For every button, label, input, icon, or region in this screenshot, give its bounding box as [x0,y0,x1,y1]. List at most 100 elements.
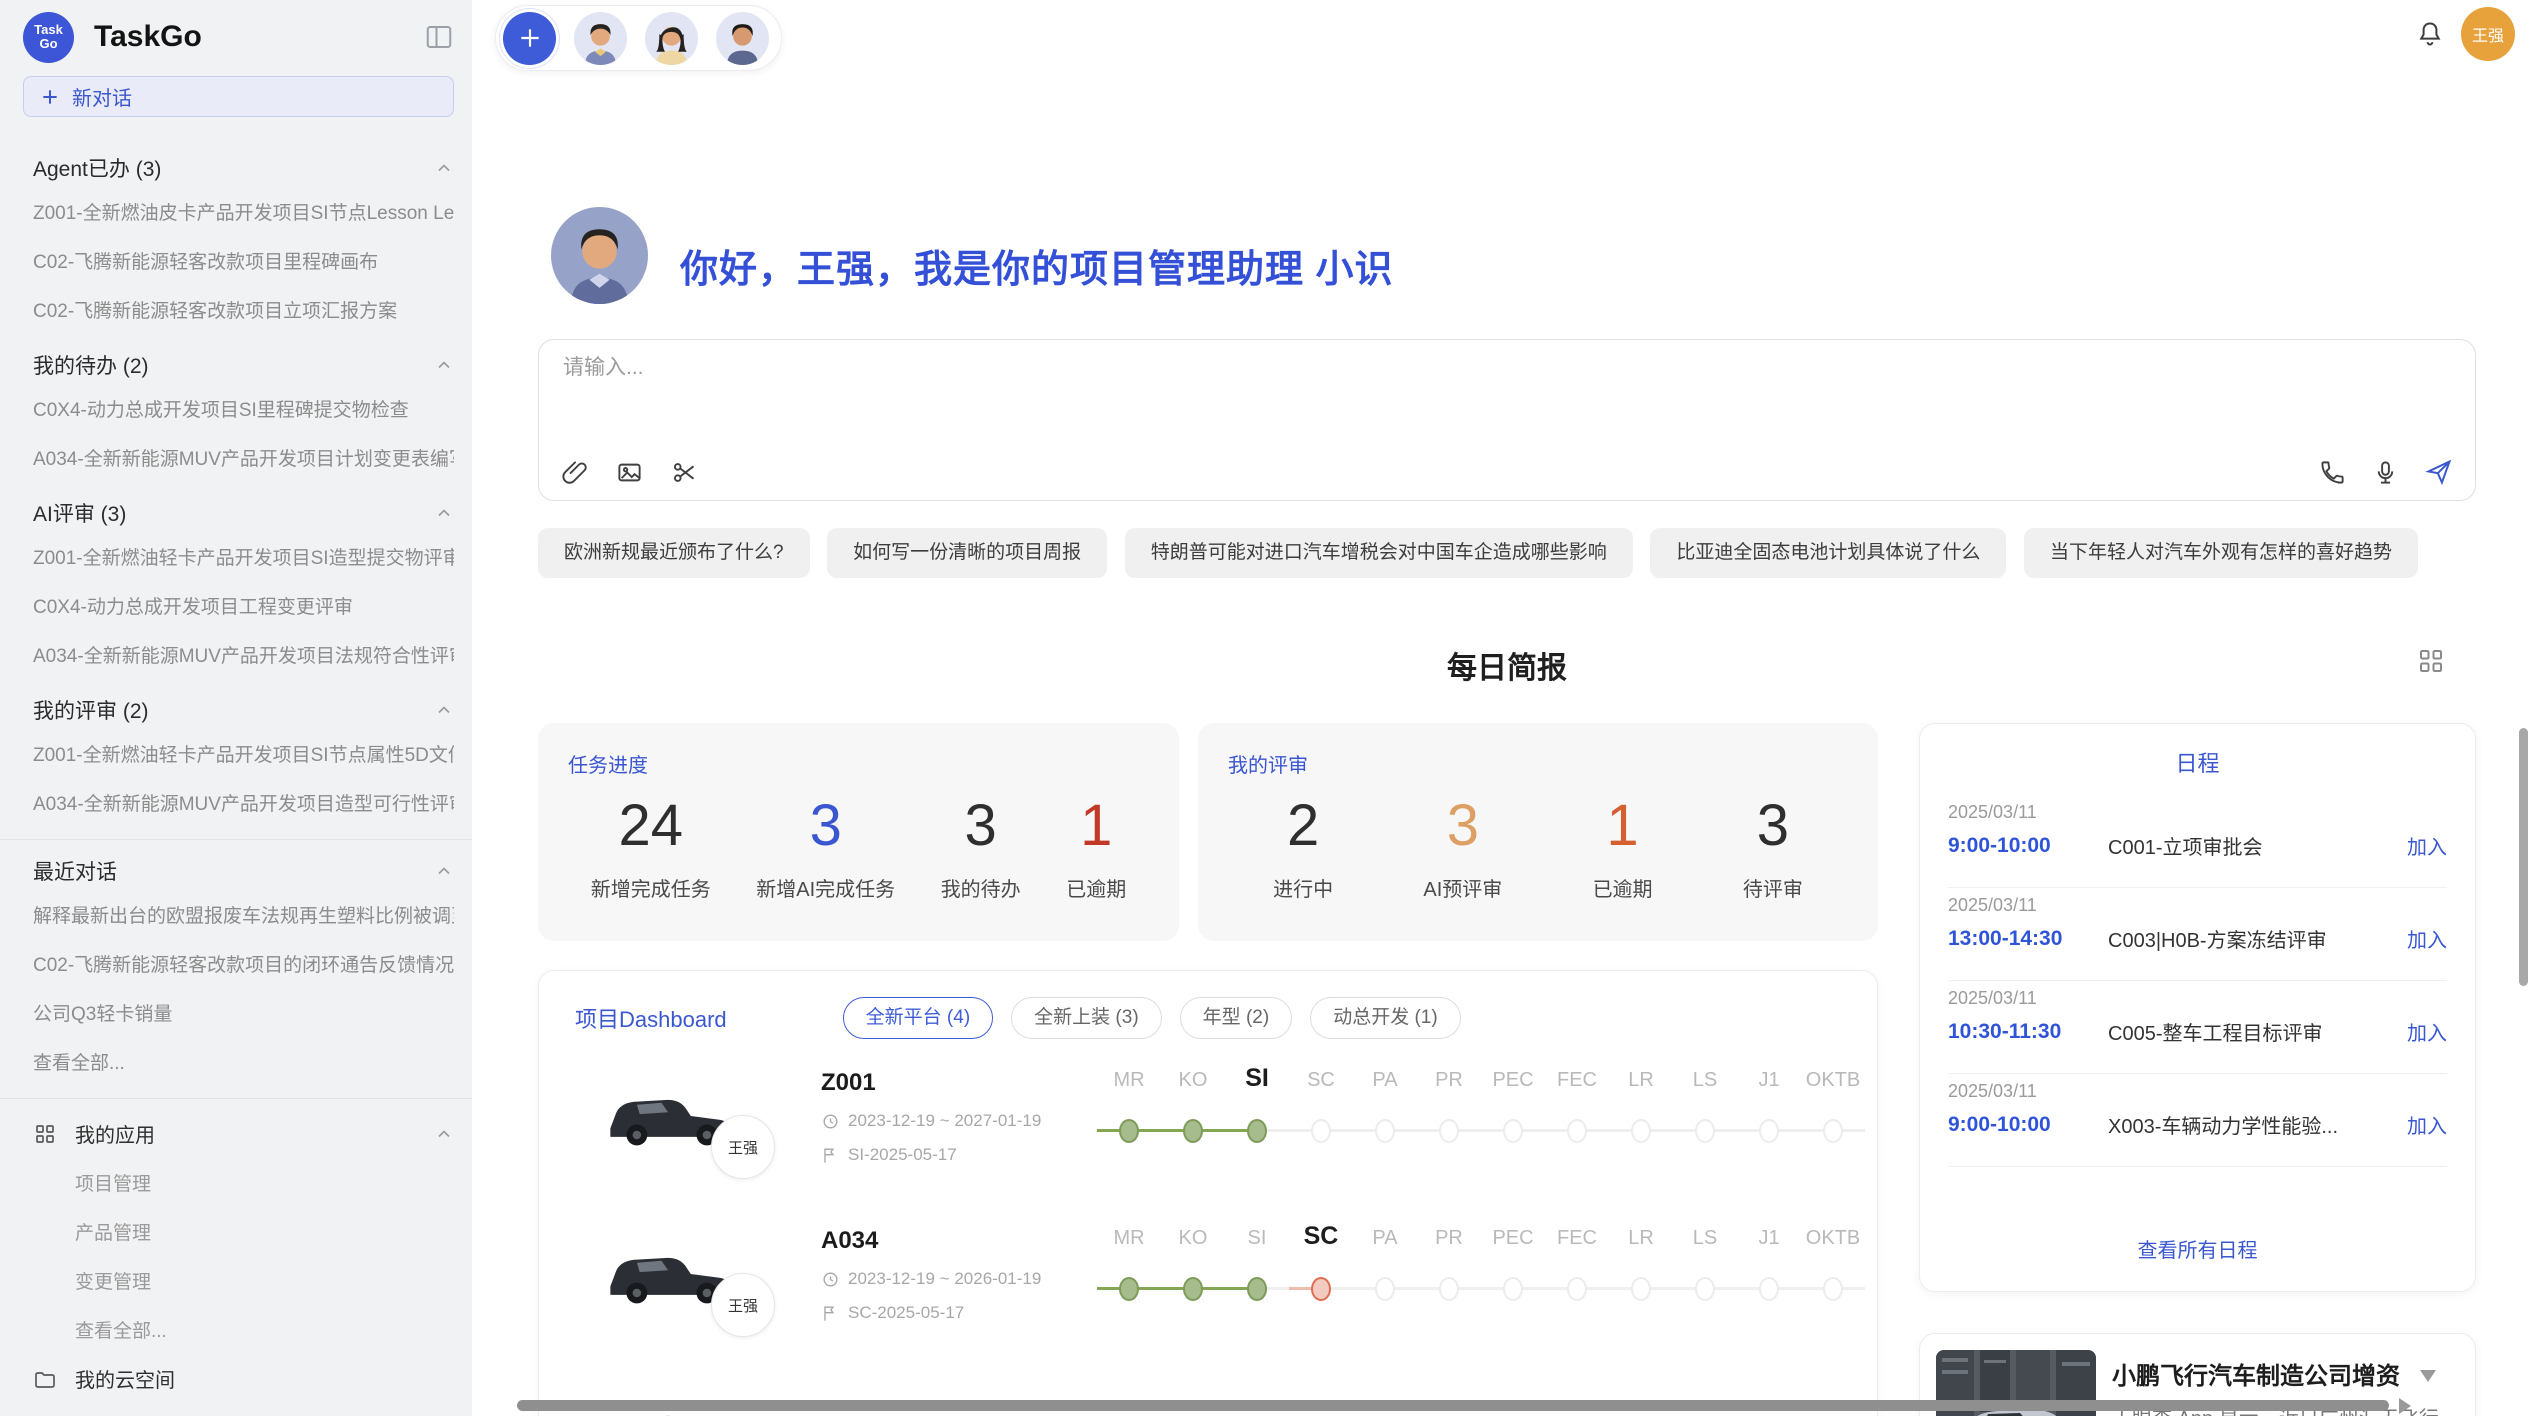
horizontal-scrollbar[interactable] [517,1400,2389,1411]
milestone-label-current: SC [1289,1222,1353,1251]
join-button[interactable]: 加入 [2407,1017,2447,1046]
sidebar-task-item[interactable]: A034-全新新能源MUV产品开发项目造型可行性评审 [33,778,454,827]
cloud-space-icon [33,1367,59,1391]
milestone-label: OKTB [1801,1227,1865,1250]
sidebar-task-item[interactable]: A034-全新新能源MUV产品开发项目法规符合性评审 [33,630,454,679]
dashboard-tabs: 全新平台 (4) 全新上装 (3) 年型 (2) 动总开发 (1) [843,997,1461,1039]
tab-model-year[interactable]: 年型 (2) [1180,997,1293,1039]
milestone-dot [1567,1277,1587,1301]
suggestion-chip[interactable]: 当下年轻人对汽车外观有怎样的喜好趋势 [2024,528,2418,578]
milestone-label: FEC [1545,1069,1609,1092]
schedule-title: 日程 [1920,724,2475,778]
sidebar-lists: Agent已办 (3) Z001-全新燃油皮卡产品开发项目SI节点Lesson … [0,127,472,1416]
new-chat-button[interactable]: 新对话 [23,76,454,117]
chat-input[interactable] [563,356,2063,380]
project-row[interactable]: 王强 Z001 2023-12-19 ~ 2027-01-19 SI-2025-… [575,1067,1843,1207]
milestone-dot-done [1119,1277,1139,1301]
section-title: AI评审 (3) [33,498,126,528]
sidebar-item-my-apps[interactable]: 我的应用 [33,1109,454,1158]
milestone-label: SI [1225,1227,1289,1250]
new-chat-label: 新对话 [72,82,132,111]
recent-chat-item[interactable]: 公司Q3轻卡销量 [33,988,454,1037]
milestone-dot [1631,1277,1651,1301]
view-all-schedule-link[interactable]: 查看所有日程 [1920,1234,2475,1263]
sidebar-item-cloud-space[interactable]: 我的云空间 [33,1354,454,1403]
assistant-avatar-1[interactable] [574,12,627,65]
scissors-icon[interactable] [671,459,698,486]
section-header-ai-review[interactable]: AI评审 (3) [33,498,454,528]
notification-bell-icon[interactable] [2416,20,2444,53]
project-dates: 2023-12-19 ~ 2027-01-19 [821,1111,1071,1131]
schedule-item: 2025/03/11 10:30-11:30 C005-整车工程目标评审 加入 [1948,980,2447,1073]
stat: 3待评审 [1743,792,1803,902]
join-button[interactable]: 加入 [2407,1110,2447,1139]
milestone-label: OKTB [1801,1069,1865,1092]
tab-powertrain[interactable]: 动总开发 (1) [1310,997,1461,1039]
section-header-my-review[interactable]: 我的评审 (2) [33,695,454,725]
milestone-label: PEC [1481,1227,1545,1250]
section-title: 最近对话 [33,856,117,886]
apps-view-all[interactable]: 查看全部... [75,1305,454,1354]
sidebar-task-item[interactable]: C02-飞腾新能源轻客改款项目里程碑画布 [33,236,454,285]
stat: 3AI预评审 [1423,792,1502,902]
app-link-product-mgmt[interactable]: 产品管理 [75,1207,454,1256]
project-row[interactable]: 王强 A034 2023-12-19 ~ 2026-01-19 SC-2025-… [575,1225,1843,1365]
suggestion-chip[interactable]: 欧洲新规最近颁布了什么? [538,528,810,578]
phone-icon[interactable] [2319,459,2346,486]
sidebar-task-item[interactable]: Z001-全新燃油轻卡产品开发项目SI造型提交物评审 [33,532,454,581]
send-icon[interactable] [2425,458,2453,486]
recent-chat-item[interactable]: 解释最新出台的欧盟报废车法规再生塑料比例被调至15%... [33,890,454,939]
tab-new-body[interactable]: 全新上装 (3) [1011,997,1162,1039]
section-header-recent-chats[interactable]: 最近对话 [33,856,454,886]
app-link-project-mgmt[interactable]: 项目管理 [75,1158,454,1207]
stat: 3我的待办 [941,792,1021,902]
assistant-avatar-2[interactable] [645,12,698,65]
sidebar-task-item[interactable]: C0X4-动力总成开发项目SI里程碑提交物检查 [33,384,454,433]
assistant-avatar-3[interactable] [716,12,769,65]
suggestion-chip[interactable]: 特朗普可能对进口汽车增税会对中国车企造成哪些影响 [1125,528,1633,578]
milestone-label: SC [1289,1069,1353,1092]
dashboard-title: 项目Dashboard [575,1002,727,1034]
milestone-strip: MR KO SI SC PA PR PEC FEC LR LS J1 OKTB [1097,1225,1865,1325]
recent-chats-view-all[interactable]: 查看全部... [33,1037,454,1086]
card-title: 我的评审 [1228,749,1848,778]
layout-grid-icon[interactable] [2416,646,2446,681]
image-icon[interactable] [616,459,643,486]
user-avatar[interactable]: 王强 [2461,7,2515,61]
cloud-space-label: 我的云空间 [75,1364,454,1393]
milestone-label: KO [1161,1069,1225,1092]
section-header-agent-done[interactable]: Agent已办 (3) [33,153,454,183]
suggestion-chip[interactable]: 比亚迪全固态电池计划具体说了什么 [1650,528,2006,578]
section-header-my-todo[interactable]: 我的待办 (2) [33,350,454,380]
sidebar-task-item[interactable]: Z001-全新燃油轻卡产品开发项目SI节点属性5D文件评审 [33,729,454,778]
microphone-icon[interactable] [2372,459,2399,486]
add-assistant-button[interactable] [503,12,556,65]
vertical-scrollbar[interactable] [2519,728,2528,986]
sidebar-task-item[interactable]: C0X4-动力总成开发项目工程变更评审 [33,581,454,630]
scroll-down-arrow[interactable] [2420,1370,2436,1382]
milestone-dot [1695,1277,1715,1301]
milestone-dot [1311,1119,1331,1143]
project-dashboard-card: 项目Dashboard 全新平台 (4) 全新上装 (3) 年型 (2) 动总开… [538,970,1878,1416]
app-link-change-mgmt[interactable]: 变更管理 [75,1256,454,1305]
sidebar-item-favorites[interactable]: 我的收藏 [33,1403,454,1416]
divider [0,839,472,840]
app-window: Task Go TaskGo 新对话 Agent已办 (3) Z001-全新燃油… [0,0,2532,1416]
tab-new-platform[interactable]: 全新平台 (4) [843,997,994,1039]
schedule-card: 日程 2025/03/11 9:00-10:00 C001-立项审批会 加入 2… [1919,723,2476,1292]
sidebar-task-item[interactable]: Z001-全新燃油皮卡产品开发项目SI节点Lesson Learn报告 [33,187,454,236]
project-dates: 2023-12-19 ~ 2026-01-19 [821,1269,1071,1289]
recent-chat-item[interactable]: C02-飞腾新能源轻客改款项目的闭环通告反馈情况 [33,939,454,988]
join-button[interactable]: 加入 [2407,924,2447,953]
collapse-sidebar-icon[interactable] [424,22,454,52]
attachment-icon[interactable] [561,459,588,486]
scroll-right-arrow[interactable] [2399,1398,2411,1414]
suggestion-chip[interactable]: 如何写一份清晰的项目周报 [827,528,1107,578]
milestone-label: PR [1417,1069,1481,1092]
sidebar-task-item[interactable]: C02-飞腾新能源轻客改款项目立项汇报方案 [33,285,454,334]
logo-text-bottom: Go [39,37,57,51]
sidebar-task-item[interactable]: A034-全新新能源MUV产品开发项目计划变更表编写 [33,433,454,482]
join-button[interactable]: 加入 [2407,831,2447,860]
schedule-item: 2025/03/11 9:00-10:00 C001-立项审批会 加入 [1948,794,2447,887]
project-flag-date: SC-2025-05-17 [821,1303,1071,1323]
